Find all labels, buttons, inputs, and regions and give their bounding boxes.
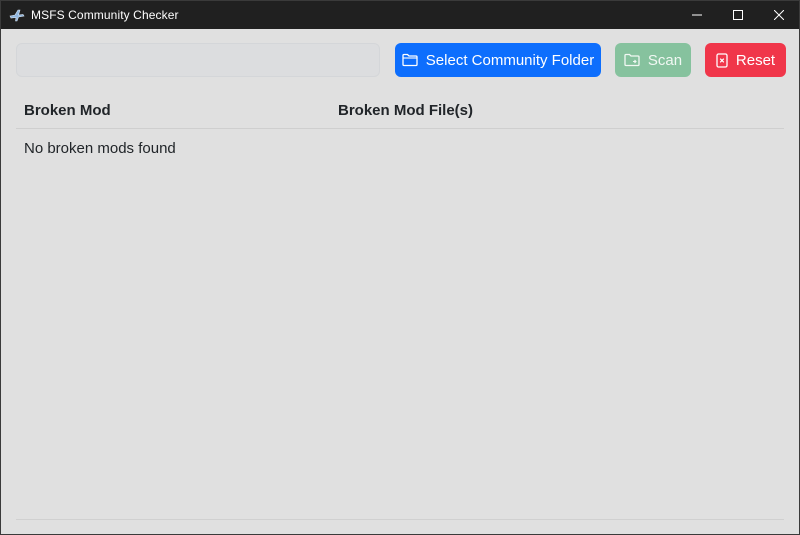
broken-mods-table-header: Broken Mod Broken Mod File(s) (16, 93, 784, 129)
title-bar[interactable]: MSFS Community Checker (1, 1, 799, 29)
minimize-button[interactable] (676, 1, 717, 29)
folder-icon (402, 53, 418, 67)
reset-label: Reset (735, 51, 776, 69)
empty-table-message: No broken mods found (24, 140, 176, 157)
main-content: Select Community Folder Scan Reset Broke… (1, 29, 799, 534)
folder-path-field[interactable] (16, 43, 380, 77)
window-title: MSFS Community Checker (31, 8, 179, 22)
scan-button[interactable]: Scan (615, 43, 691, 77)
bottom-divider (16, 519, 784, 520)
column-header-broken-mod-files: Broken Mod File(s) (338, 102, 474, 119)
caption-buttons (676, 1, 799, 29)
folder-check-icon (624, 53, 640, 67)
select-community-folder-label: Select Community Folder (425, 51, 595, 69)
reset-button[interactable]: Reset (705, 43, 786, 77)
app-icon (9, 7, 25, 23)
close-icon (773, 10, 784, 20)
maximize-button[interactable] (717, 1, 758, 29)
close-button[interactable] (758, 1, 799, 29)
select-community-folder-button[interactable]: Select Community Folder (395, 43, 601, 77)
column-header-broken-mod: Broken Mod (24, 102, 111, 119)
maximize-icon (732, 10, 743, 20)
scan-label: Scan (647, 51, 683, 69)
file-x-icon (716, 52, 728, 68)
minimize-icon (691, 14, 702, 16)
app-window: MSFS Community Checker Select Community … (0, 0, 800, 535)
